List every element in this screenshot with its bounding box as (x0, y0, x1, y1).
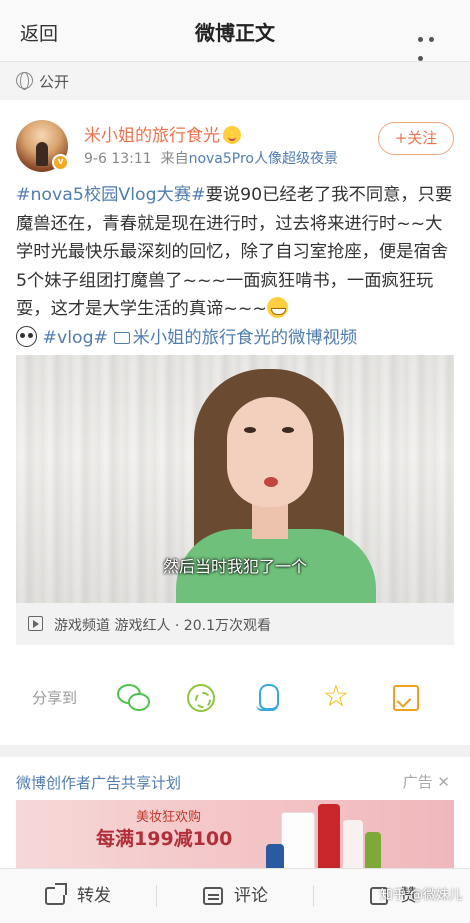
author-name[interactable]: 米小姐的旅行食光 (84, 121, 241, 146)
post-time: 9-6 13:11 (84, 151, 152, 167)
ad-banner-line1: 美妆狂欢购 (136, 810, 202, 825)
repost-button[interactable]: 转发 (45, 869, 165, 923)
wechat-icon[interactable] (117, 682, 150, 714)
video-player[interactable]: 然后当时我犯了一个 (16, 355, 454, 603)
visibility-label: 公开 (39, 73, 70, 91)
comment-icon (203, 887, 223, 905)
close-icon[interactable]: ✕ (437, 773, 450, 791)
post-meta: 9-6 13:11 来自nova5Pro人像超级夜景 (84, 148, 338, 168)
author-name-text[interactable]: 米小姐的旅行食光 (84, 126, 220, 146)
visibility-bar: 公开 (0, 62, 470, 100)
page-title: 微博正文 (195, 21, 275, 45)
grin-emoji-icon (266, 297, 288, 318)
repost-icon (45, 887, 65, 905)
play-icon (28, 616, 43, 631)
fan-emoji-icon (223, 126, 241, 144)
moments-icon[interactable] (187, 684, 215, 712)
repost-label: 转发 (77, 886, 111, 906)
ad-label-text: 广告 (402, 773, 433, 791)
post-content: #nova5校园Vlog大赛#要说90已经老了我不同意，只要魔兽还在，青春就是现… (16, 181, 456, 352)
video-info-bar[interactable]: 游戏频道 游戏红人 · 20.1万次观看 (16, 603, 454, 645)
panda-emoji-icon (16, 325, 37, 347)
comment-label: 评论 (234, 886, 268, 906)
share-row: 分享到 ☆ (0, 665, 470, 729)
post-source[interactable]: nova5Pro人像超级夜景 (189, 151, 338, 167)
watermark: 知乎 @微妹儿 (379, 888, 462, 903)
verified-badge-icon: v (52, 154, 69, 171)
globe-icon (16, 72, 33, 90)
qzone-icon[interactable]: ☆ (320, 682, 352, 714)
section-divider (0, 745, 470, 757)
vlog-hashtag-link[interactable]: #vlog# (43, 328, 109, 348)
video-link-text[interactable]: 米小姐的旅行食光的微博视频 (133, 328, 358, 348)
follow-button[interactable]: +关注 (378, 122, 454, 155)
comment-button[interactable]: 评论 (203, 869, 323, 923)
video-subtitle: 然后当时我犯了一个 (162, 557, 307, 576)
more-dots-icon[interactable] (418, 27, 448, 61)
ad-label[interactable]: 广告 ✕ (403, 771, 450, 792)
video-info-text: 游戏频道 游戏红人 · 20.1万次观看 (54, 618, 271, 634)
video-link[interactable]: 米小姐的旅行食光的微博视频 (113, 328, 358, 348)
post-body: 要说90已经老了我不同意，只要魔兽还在，青春就是现在进行时，过去将来进行时~~大… (16, 185, 453, 319)
hashtag-link[interactable]: #nova5校园Vlog大赛# (16, 185, 206, 205)
ad-program-link[interactable]: 微博创作者广告共享计划 (16, 772, 181, 793)
qq-icon[interactable] (252, 682, 284, 714)
album-icon[interactable] (390, 682, 422, 714)
share-label: 分享到 (32, 689, 78, 707)
source-prefix: 来自 (160, 151, 189, 167)
video-link-icon (113, 331, 130, 344)
ad-banner[interactable]: 美妆狂欢购 每满199减100 (16, 800, 454, 872)
top-navigation-bar: 返回 微博正文 (0, 0, 470, 62)
ad-banner-line2: 每满199减100 (96, 828, 233, 850)
